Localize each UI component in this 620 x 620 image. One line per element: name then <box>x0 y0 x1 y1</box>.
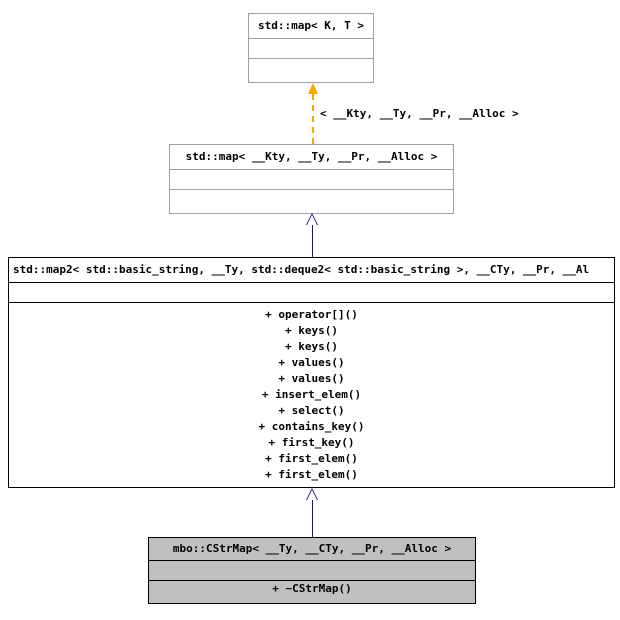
class-operation-label: + contains_key() <box>258 420 365 433</box>
edge-inheritance-map-to-map2-line <box>312 225 313 257</box>
class-operation-row: + ~CStrMap() <box>149 581 475 597</box>
class-title-std-map-instantiated: std::map< __Kty, __Ty, __Pr, __Alloc > <box>185 150 438 163</box>
class-operation-label: + operator[]() <box>265 308 358 321</box>
class-operations-std-map2: + operator[]() + keys() + keys() + values()… <box>9 302 614 485</box>
class-attributes-std-map-template <box>249 38 373 58</box>
class-box-mbo-cstrmap[interactable]: mbo::CStrMap< __Ty, __CTy, __Pr, __Alloc… <box>148 537 476 604</box>
class-operation-row: + values() <box>9 355 614 371</box>
class-operation-label: + first_key() <box>268 436 355 449</box>
class-operation-row: + values() <box>9 371 614 387</box>
class-operation-row: + keys() <box>9 339 614 355</box>
class-operations-std-map-instantiated <box>170 189 453 213</box>
class-title-std-map-template: std::map< K, T > <box>258 19 364 32</box>
class-operations-std-map-template <box>249 58 373 82</box>
class-operation-label: + ~CStrMap() <box>272 582 352 595</box>
class-operation-row: + first_elem() <box>9 451 614 467</box>
class-attributes-mbo-cstrmap <box>149 560 475 580</box>
class-box-std-map2[interactable]: std::map2< std::basic_string, __Ty, std:… <box>8 257 615 488</box>
class-title-mbo-cstrmap: mbo::CStrMap< __Ty, __CTy, __Pr, __Alloc… <box>172 542 452 555</box>
class-operations-mbo-cstrmap: + ~CStrMap() <box>149 580 475 603</box>
class-operation-row: + first_elem() <box>9 467 614 483</box>
class-operation-row: + contains_key() <box>9 419 614 435</box>
class-operation-row: + keys() <box>9 323 614 339</box>
class-attributes-std-map-instantiated <box>170 169 453 189</box>
class-box-std-map-template[interactable]: std::map< K, T > <box>248 13 374 83</box>
edge-template-binding-label: < __Kty, __Ty, __Pr, __Alloc > <box>320 107 519 120</box>
class-operation-label: + first_elem() <box>265 468 358 481</box>
class-operation-label: + insert_elem() <box>261 388 362 401</box>
class-box-std-map-instantiated[interactable]: std::map< __Kty, __Ty, __Pr, __Alloc > <box>169 144 454 214</box>
class-operation-label: + select() <box>278 404 345 417</box>
class-operation-label: + keys() <box>285 324 338 337</box>
class-operation-label: + keys() <box>285 340 338 353</box>
class-attributes-std-map2 <box>9 282 614 302</box>
edge-inheritance-map-to-map2-arrowhead <box>307 215 317 225</box>
class-operation-row: + first_key() <box>9 435 614 451</box>
edge-inheritance-map2-to-cstrmap-line <box>312 500 313 537</box>
class-title-std-map2: std::map2< std::basic_string, __Ty, std:… <box>13 263 590 276</box>
edge-template-binding-arrowhead <box>308 83 318 94</box>
uml-class-diagram: std::map< K, T > < __Kty, __Ty, __Pr, __… <box>0 0 620 620</box>
class-operation-label: + first_elem() <box>265 452 358 465</box>
class-operation-label: + values() <box>278 356 345 369</box>
class-operation-row: + insert_elem() <box>9 387 614 403</box>
edge-inheritance-map2-to-cstrmap-arrowhead <box>307 490 317 500</box>
class-operation-row: + select() <box>9 403 614 419</box>
class-operation-row: + operator[]() <box>9 307 614 323</box>
class-operation-label: + values() <box>278 372 345 385</box>
edge-template-binding-line <box>312 94 314 144</box>
